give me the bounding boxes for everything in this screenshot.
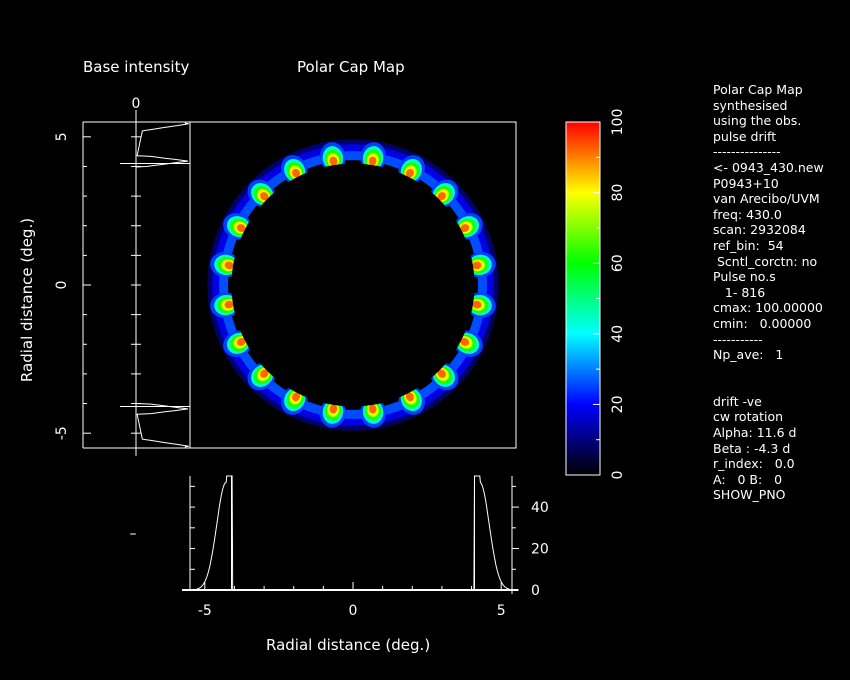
info-line: cmin: 0.00000	[713, 315, 812, 331]
colorbar	[565, 121, 601, 476]
bottom-y-tick-label: 20	[531, 542, 549, 558]
info-line: cmax: 100.00000	[713, 300, 823, 316]
info-line: r_index: 0.0	[713, 456, 795, 472]
info-line: Pulse no.s	[713, 269, 776, 285]
bottom-x-tick-label: 0	[349, 603, 358, 619]
colorbar-tick-label: 0	[610, 471, 626, 480]
info-panel: Polar Cap Map synthesised using the obs. pu…	[713, 82, 848, 503]
colorbar-tick-label: 40	[610, 325, 626, 343]
bottom-x-tick-label: -5	[198, 603, 212, 619]
left-profile-line	[135, 122, 189, 448]
left-y-tick-label: -5	[54, 426, 70, 440]
x-axis-label: Radial distance (deg.)	[266, 636, 431, 654]
map-title: Polar Cap Map	[297, 58, 405, 76]
left-panel-title: Base intensity	[83, 58, 190, 76]
info-line: Np_ave: 1	[713, 347, 784, 363]
info-line: drift -ve	[713, 393, 762, 409]
bottom-x-tick-label: 5	[497, 603, 506, 619]
info-line: using the obs.	[713, 113, 802, 129]
bottom-y-tick-label: 0	[531, 583, 540, 599]
info-line: van Arecibo/UVM	[713, 191, 820, 207]
info-line: 1- 816	[713, 284, 766, 300]
info-line: freq: 430.0	[713, 206, 782, 222]
colorbar-tick-label: 20	[610, 395, 626, 413]
info-line: A: 0 B: 0	[713, 471, 783, 487]
heatmap-ring	[207, 139, 499, 431]
left-bottom-tick-label: –	[130, 526, 137, 542]
left-y-tick-label: 5	[54, 132, 70, 141]
info-line: P0943+10	[713, 175, 779, 191]
bottom-y-tick-label: 40	[531, 500, 549, 516]
colorbar-tick-label: 100	[610, 109, 626, 136]
colorbar-tick-label: 60	[610, 254, 626, 272]
info-line: <- 0943_430.new	[713, 159, 824, 175]
y-axis-label: Radial distance (deg.)	[18, 217, 36, 383]
info-line	[713, 378, 848, 394]
polar-cap-hole	[231, 163, 475, 407]
info-line: SHOW_PNO	[713, 487, 786, 503]
bottom-profile-line	[190, 475, 516, 591]
info-line: -----------	[713, 331, 763, 347]
info-line: synthesised	[713, 97, 788, 113]
left-top-tick-label: 0	[132, 96, 141, 112]
info-line: Scntl_corctn: no	[713, 253, 818, 269]
info-line: Polar Cap Map	[713, 82, 803, 97]
info-line	[713, 363, 848, 379]
info-line: Beta : -4.3 d	[713, 440, 791, 456]
info-line: ref_bin: 54	[713, 237, 784, 253]
info-line: Alpha: 11.6 d	[713, 425, 797, 441]
colorbar-tick-label: 80	[610, 184, 626, 202]
left-y-tick-label: 0	[54, 281, 70, 290]
info-line: scan: 2932084	[713, 222, 806, 238]
info-line: pulse drift	[713, 128, 777, 144]
info-line: cw rotation	[713, 409, 784, 425]
info-line: ---------------	[713, 144, 781, 160]
